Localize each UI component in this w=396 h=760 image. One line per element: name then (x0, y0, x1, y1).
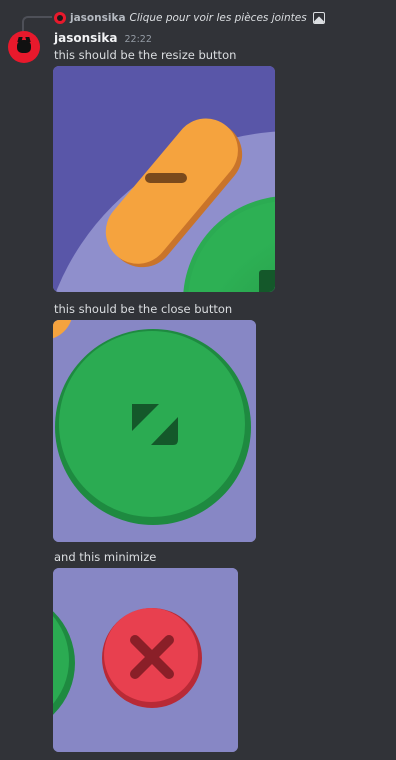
avatar-cat-icon (17, 40, 31, 53)
green-resize-button-image (53, 320, 256, 542)
red-close-button-image (53, 568, 238, 752)
reply-preview[interactable]: jasonsika Clique pour voir les pièces jo… (54, 10, 325, 26)
reply-author[interactable]: jasonsika (70, 12, 126, 24)
image-attachment[interactable] (53, 320, 256, 542)
image-attachment[interactable] (53, 568, 238, 752)
message-text: this should be the close button (54, 302, 233, 316)
message-text: this should be the resize button (54, 48, 237, 62)
avatar[interactable] (8, 31, 40, 63)
reply-avatar (54, 12, 66, 24)
username[interactable]: jasonsika (54, 31, 117, 45)
image-attachment[interactable] (53, 66, 275, 292)
reply-text[interactable]: Clique pour voir les pièces jointes (130, 12, 307, 24)
message-header: jasonsika 22:22 (54, 31, 152, 45)
reply-connector (22, 16, 52, 32)
timestamp: 22:22 (124, 34, 152, 45)
image-icon (312, 12, 325, 24)
message-text: and this minimize (54, 550, 157, 564)
orange-minus-button-image (53, 66, 275, 292)
